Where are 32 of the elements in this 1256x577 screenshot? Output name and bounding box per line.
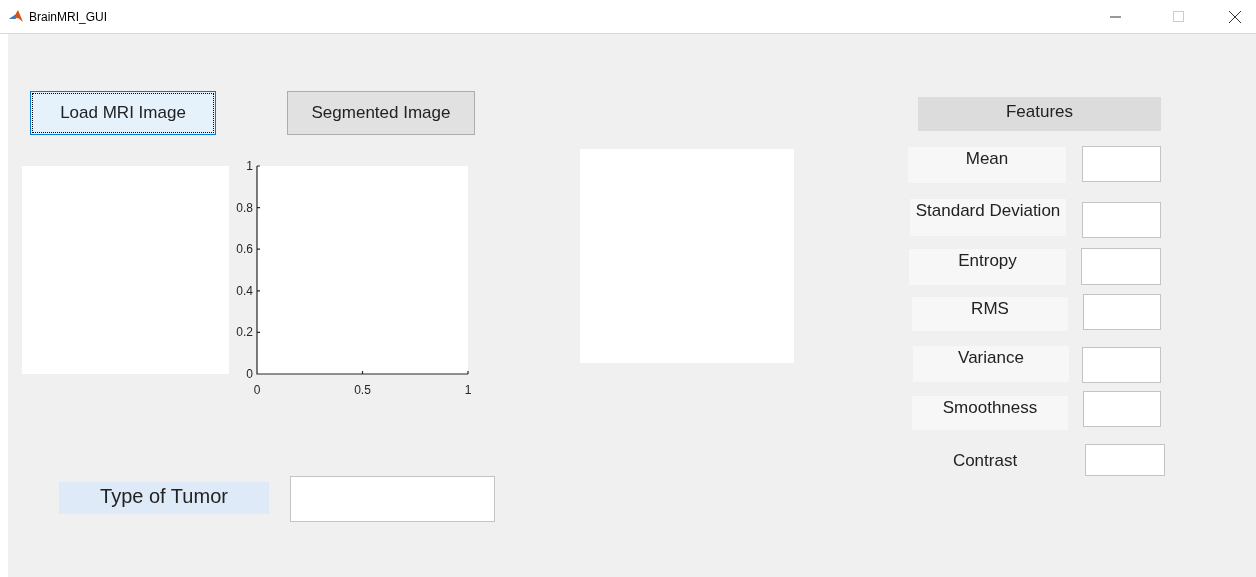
value-field[interactable] (1085, 444, 1165, 476)
maximize-icon (1173, 11, 1184, 22)
tick-label: 0.6 (236, 242, 253, 257)
window-title: BrainMRI_GUI (29, 8, 108, 26)
close-icon[interactable] (1229, 10, 1241, 23)
value-field[interactable] (1082, 202, 1161, 238)
tick-label: 0.5 (354, 383, 371, 397)
value-field[interactable] (1082, 347, 1161, 383)
tick-label: 1 (246, 159, 253, 173)
feature-label: Mean (908, 147, 1066, 183)
tick-label: 0.4 (236, 283, 253, 298)
value-field[interactable] (1081, 248, 1161, 285)
value-field[interactable] (1083, 294, 1161, 330)
tumor-type-field[interactable] (290, 476, 495, 522)
feature-label: RMS (912, 297, 1068, 331)
tick-label: 0.8 (236, 200, 253, 215)
feature-label: Smoothness (912, 396, 1068, 430)
feature-label: Standard Deviation (910, 199, 1066, 236)
feature-label: Contrast (951, 450, 1019, 472)
value-field[interactable] (1083, 391, 1161, 427)
tick-label: 0 (246, 367, 253, 381)
tick-label: 1 (464, 383, 472, 397)
feature-label: Variance (913, 346, 1069, 382)
feature-label: Entropy (909, 249, 1066, 285)
app-icon (9, 10, 23, 23)
push-button[interactable]: Load MRI Image (30, 91, 216, 135)
tick-label: 0 (253, 383, 261, 397)
tick-label: 0.2 (236, 325, 253, 340)
features-heading: Features (918, 97, 1161, 131)
push-button[interactable]: Segmented Image (287, 91, 475, 135)
tumor-label: Type of Tumor (59, 482, 269, 514)
value-field[interactable] (1082, 146, 1161, 182)
